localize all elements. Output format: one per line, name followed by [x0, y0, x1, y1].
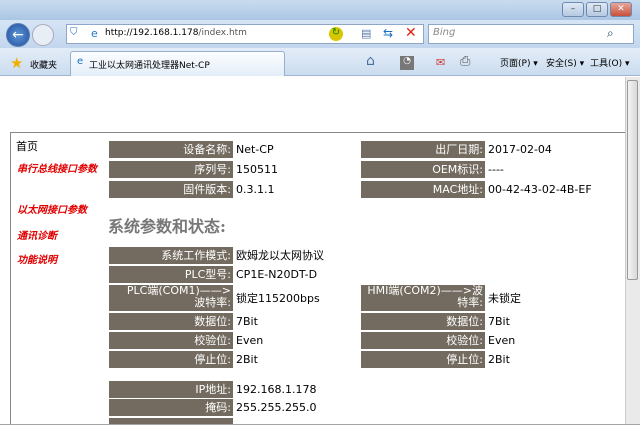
mask-label: 掩码: [109, 399, 233, 416]
firmware-value: 0.3.1.1 [236, 183, 275, 196]
com1-data-bits-value: 7Bit [236, 315, 258, 328]
plc-model-value: CP1E-N20DT-D [236, 268, 318, 281]
compatibility-icon[interactable]: ▤ [361, 27, 371, 40]
page-menu[interactable]: 页面(P) ▾ [500, 56, 538, 69]
ip-label: IP地址: [109, 381, 233, 398]
url-host: http://192.168.1.178 [105, 28, 199, 38]
ie-tab-icon: e [77, 56, 84, 67]
search-placeholder: Bing [433, 27, 456, 38]
back-button[interactable]: ← [6, 23, 30, 47]
device-name-value: Net-CP [236, 143, 274, 156]
compat-view-icon[interactable]: ↻ [329, 27, 343, 41]
work-mode-value: 欧姆龙以太网协议 [236, 249, 324, 262]
tab-title: 工业以太网通讯处理器Net-CP [89, 61, 210, 71]
nav-function-description[interactable]: 功能说明 [17, 251, 57, 266]
com1-stop-bits-label: 停止位: [109, 351, 233, 368]
com1-data-bits-label: 数据位: [109, 313, 233, 330]
favorites-star-icon: ★ [10, 54, 24, 72]
com1-stop-bits-value: 2Bit [236, 353, 258, 366]
com1-baud-label: PLC端(COM1)——>波特率: [109, 285, 233, 311]
rss-icon[interactable]: ◔ [400, 56, 414, 70]
com1-parity-label: 校验位: [109, 332, 233, 349]
nav-diagnostics[interactable]: 通讯诊断 [17, 227, 57, 242]
refresh-icon[interactable]: ⇆ [383, 26, 393, 40]
search-box[interactable]: Bing ⌕ [428, 24, 634, 44]
print-icon[interactable]: ⎙ [460, 54, 470, 69]
section-heading: 系统参数和状态: [108, 217, 226, 236]
oem-value: ---- [488, 163, 504, 176]
com1-parity-value: Even [236, 334, 264, 347]
security-shield-icon: ⛉ [70, 27, 78, 38]
divider [10, 132, 625, 133]
work-mode-label: 系统工作模式: [109, 247, 233, 264]
url-path: /index.htm [198, 28, 247, 38]
browser-tab[interactable]: e 工业以太网通讯处理器Net-CP [70, 51, 285, 76]
favorites-button[interactable]: 收藏夹 [30, 58, 57, 71]
search-icon[interactable]: ⌕ [607, 26, 614, 41]
com2-data-bits-value: 7Bit [488, 315, 510, 328]
mac-value: 00-42-43-02-4B-EF [488, 183, 592, 196]
ie-page-icon: e [91, 27, 98, 40]
manufacture-date-label: 出厂日期: [361, 141, 485, 158]
com2-parity-value: Even [488, 334, 516, 347]
mail-icon[interactable]: ✉ [436, 56, 445, 69]
title-bar [0, 0, 640, 20]
minimize-button[interactable]: – [562, 2, 584, 17]
com2-baud-value: 未锁定 [488, 292, 521, 305]
nav-home[interactable]: 首页 [16, 138, 38, 154]
plc-model-label: PLC型号: [109, 266, 233, 283]
com1-baud-value: 锁定115200bps [236, 292, 320, 305]
mac-label: MAC地址: [361, 181, 485, 198]
com2-baud-label: HMI端(COM2)——>波特率: [361, 285, 485, 311]
manufacture-date-value: 2017-02-04 [488, 143, 552, 156]
forward-button[interactable] [32, 24, 54, 46]
address-bar[interactable]: ⛉ e http://192.168.1.178/index.htm ↻ ▤ ⇆… [66, 24, 424, 44]
status-bar [0, 424, 640, 444]
oem-label: OEM标识: [361, 161, 485, 178]
home-icon[interactable]: ⌂ [366, 53, 375, 69]
close-button[interactable]: ✕ [610, 2, 632, 17]
mask-value: 255.255.255.0 [236, 401, 317, 414]
nav-serial-params[interactable]: 串行总线接口参数 [17, 163, 105, 176]
serial-number-label: 序列号: [109, 161, 233, 178]
com2-stop-bits-value: 2Bit [488, 353, 510, 366]
nav-ethernet-params[interactable]: 以太网接口参数 [17, 201, 87, 216]
safety-menu[interactable]: 安全(S) ▾ [546, 56, 584, 69]
tools-menu[interactable]: 工具(O) ▾ [590, 56, 630, 69]
divider [10, 132, 11, 424]
scrollbar-thumb[interactable] [627, 80, 638, 280]
com2-data-bits-label: 数据位: [361, 313, 485, 330]
device-name-label: 设备名称: [109, 141, 233, 158]
firmware-label: 固件版本: [109, 181, 233, 198]
page-content: 首页 串行总线接口参数 以太网接口参数 通讯诊断 功能说明 设备名称: Net-… [0, 77, 625, 424]
serial-number-value: 150511 [236, 163, 278, 176]
ip-value: 192.168.1.178 [236, 383, 317, 396]
stop-icon[interactable]: ✕ [405, 25, 417, 41]
com2-parity-label: 校验位: [361, 332, 485, 349]
maximize-button[interactable]: □ [586, 2, 608, 17]
com2-stop-bits-label: 停止位: [361, 351, 485, 368]
